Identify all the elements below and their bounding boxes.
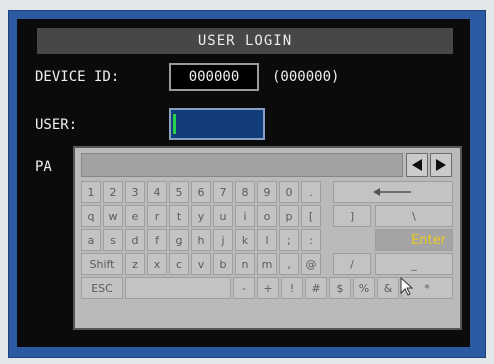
key-e[interactable]: e [125,205,145,227]
caret-right-icon [436,159,446,171]
key-7[interactable]: 7 [213,181,233,203]
key-d[interactable]: d [125,229,145,251]
key-sym-10[interactable]: [ [301,205,321,227]
key-t[interactable]: t [169,205,189,227]
key-space[interactable] [125,277,231,299]
key-g[interactable]: g [169,229,189,251]
backspace-arrow-icon [373,188,411,196]
mouse-pointer-icon [400,277,414,296]
key-8[interactable]: 8 [235,181,255,203]
key-x[interactable]: x [147,253,167,275]
key-h[interactable]: h [191,229,211,251]
key-o[interactable]: o [257,205,277,227]
device-id-hint: (000000) [272,69,340,85]
backspace-key[interactable] [333,181,453,203]
key-sym-5[interactable]: # [305,277,327,299]
key-i[interactable]: i [235,205,255,227]
device-id-label: DEVICE ID: [35,69,120,85]
text-cursor [173,114,176,134]
key-sym-10[interactable]: : [301,229,321,251]
key-sym-10[interactable]: . [301,181,321,203]
key-2[interactable]: 2 [103,181,123,203]
key-5[interactable]: 5 [169,181,189,203]
virtual-keyboard: 1 2 3 4 5 6 7 8 9 0. q w e r t y u i o p[] \ a s d f g h j k l;: Enter… [73,146,462,330]
key-sym-9[interactable]: ; [279,229,299,251]
key-4[interactable]: 4 [147,181,167,203]
key-1[interactable]: 1 [81,181,101,203]
key-u[interactable]: u [213,205,233,227]
key-f[interactable]: f [147,229,167,251]
cursor-right-button[interactable] [430,153,452,177]
key-m[interactable]: m [257,253,277,275]
key-sym-7[interactable]: % [353,277,375,299]
key-sym-11[interactable]: _ [375,253,453,275]
key-k[interactable]: k [235,229,255,251]
login-title: USER LOGIN [37,28,453,54]
key-j[interactable]: j [213,229,233,251]
key-p[interactable]: p [279,205,299,227]
user-label: USER: [35,117,78,133]
user-field[interactable] [169,108,265,140]
key-y[interactable]: y [191,205,211,227]
key-sym-3[interactable]: + [257,277,279,299]
key-l[interactable]: l [257,229,277,251]
password-label: PA [35,159,52,175]
key-9[interactable]: 9 [257,181,277,203]
key-s[interactable]: s [103,229,123,251]
dvr-screen: USER LOGIN DEVICE ID: 000000 (000000) US… [17,19,470,347]
key-b[interactable]: b [213,253,233,275]
keyboard-input-display [81,153,403,177]
key-sym-2[interactable]: - [233,277,255,299]
key-w[interactable]: w [103,205,123,227]
key-sym-8[interactable]: & [377,277,399,299]
cursor-left-button[interactable] [406,153,428,177]
key-q[interactable]: q [81,205,101,227]
key-v[interactable]: v [191,253,211,275]
key-sym-8[interactable]: , [279,253,299,275]
key-c[interactable]: c [169,253,189,275]
key-sym-10[interactable]: / [333,253,371,275]
key-shift[interactable]: Shift [81,253,123,275]
key-n[interactable]: n [235,253,255,275]
key-sym-9[interactable]: @ [301,253,321,275]
key-z[interactable]: z [125,253,145,275]
key-sym-6[interactable]: $ [329,277,351,299]
key-esc[interactable]: ESC [81,277,123,299]
key-a[interactable]: a [81,229,101,251]
key-sym-12[interactable]: \ [375,205,453,227]
key-sym-11[interactable]: ] [333,205,371,227]
caret-left-icon [412,159,422,171]
key-sym-4[interactable]: ! [281,277,303,299]
device-id-field[interactable]: 000000 [169,63,259,91]
key-6[interactable]: 6 [191,181,211,203]
key-enter[interactable]: Enter [375,229,453,251]
key-r[interactable]: r [147,205,167,227]
key-0[interactable]: 0 [279,181,299,203]
key-3[interactable]: 3 [125,181,145,203]
